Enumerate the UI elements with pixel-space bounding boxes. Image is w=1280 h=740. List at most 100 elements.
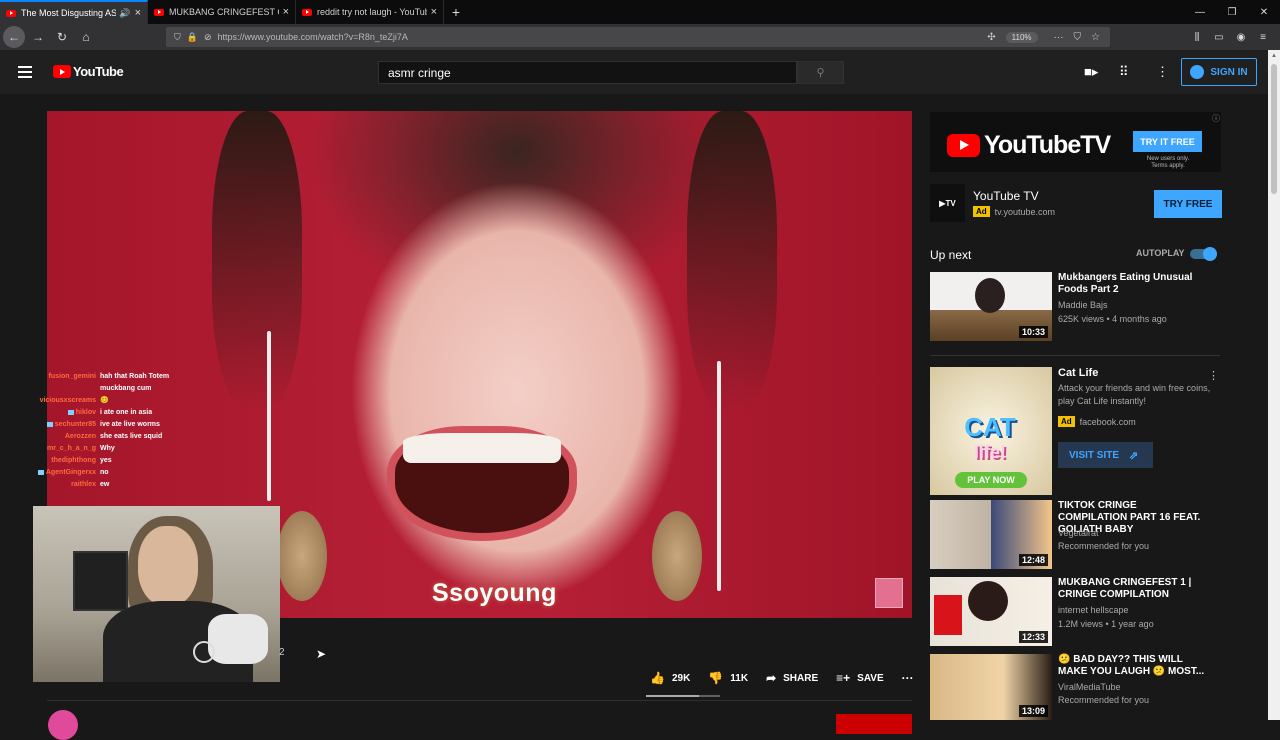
youtube-tv-ad-row[interactable]: ▶ TV YouTube TV Ad tv.youtube.com TRY FR… (930, 184, 1222, 224)
pocket-icon[interactable]: ⛉ (1074, 32, 1082, 43)
video-title[interactable]: 😕 BAD DAY?? THIS WILL MAKE YOU LAUGH 😕 M… (1058, 654, 1208, 678)
ad-title[interactable]: YouTube TV (973, 189, 1039, 203)
video-thumbnail[interactable]: 13:09 (930, 654, 1052, 720)
video-channel[interactable]: Vegetalrat (1058, 528, 1099, 538)
subscribe-button[interactable] (836, 714, 912, 734)
browser-nav-bar: ← → ↻ ⌂ ⛉ 🔒 ⊘ https://www.youtube.com/wa… (0, 24, 1280, 50)
bookmark-star-icon[interactable]: ☆ (1091, 32, 1100, 43)
browser-tab-2[interactable]: MUKBANG CRINGEFEST CRING × (148, 0, 296, 24)
cat-life-ad[interactable]: CAT life! PLAY NOW Cat Life Attack your … (930, 367, 1222, 495)
video-thumbnail[interactable]: 12:33 (930, 577, 1052, 646)
video-channel[interactable]: internet hellscape (1058, 605, 1129, 615)
more-actions-button[interactable]: ··· (902, 671, 921, 685)
up-next-video-3[interactable]: 12:33 MUKBANG CRINGEFEST 1 | CRINGE COMP… (930, 577, 1222, 647)
search-input[interactable]: asmr cringe (378, 61, 797, 84)
sidebar-icon[interactable]: ▭ (1208, 32, 1230, 43)
channel-watermark[interactable] (875, 578, 903, 608)
video-thumbnail[interactable]: 12:48 (930, 500, 1052, 569)
share-arrow-icon: ➦ (766, 671, 777, 685)
chat-message: muckbang cum (30, 383, 210, 395)
more-actions-icon[interactable]: ··· (1054, 32, 1064, 43)
ad-source: Ad facebook.com (1058, 416, 1136, 427)
search-button[interactable]: ⚲ (797, 61, 844, 84)
create-video-icon[interactable]: ■▸ (1084, 64, 1098, 80)
apps-grid-icon[interactable]: ⠿ (1119, 64, 1129, 80)
video-title[interactable]: Mukbangers Eating Unusual Foods Part 2 (1058, 272, 1208, 296)
shield-icon[interactable]: ⛉ (174, 32, 181, 43)
ad-source: Ad tv.youtube.com (973, 206, 1055, 217)
menu-icon[interactable]: ≡ (1252, 32, 1274, 43)
reload-button[interactable]: ↻ (51, 26, 73, 48)
permissions-icon[interactable]: ⊘ (204, 32, 212, 43)
up-next-video-4[interactable]: 13:09 😕 BAD DAY?? THIS WILL MAKE YOU LAU… (930, 654, 1222, 720)
home-button[interactable]: ⌂ (75, 26, 97, 48)
chat-username: fusion_gemini (30, 371, 100, 383)
mouse-cursor-icon: ➤ (316, 647, 327, 661)
ad-menu-icon[interactable]: ⋮ (1208, 369, 1219, 382)
chat-text: 😊 (100, 397, 109, 404)
url-text[interactable]: https://www.youtube.com/watch?v=R8n_teZj… (218, 32, 988, 42)
up-next-video-1[interactable]: 10:33 Mukbangers Eating Unusual Foods Pa… (930, 272, 1222, 342)
chat-message: sechunter85 ive ate live worms (30, 419, 210, 431)
share-button[interactable]: ➦ SHARE (766, 671, 818, 685)
guide-menu-icon[interactable] (18, 66, 32, 81)
video-frame-hair-right (687, 111, 777, 411)
settings-kebab-icon[interactable]: ⋮ (1156, 64, 1169, 80)
autoplay-toggle[interactable] (1190, 247, 1217, 261)
tab-close-icon[interactable]: × (135, 7, 141, 19)
earphone-cord-right (717, 361, 721, 591)
video-meta: 625K views • 4 months ago (1058, 314, 1167, 324)
shirt-logo (193, 641, 215, 663)
video-duration: 12:33 (1018, 631, 1048, 643)
browser-tab-1[interactable]: The Most Disgusting ASMR 🔊 × (0, 0, 148, 24)
youtube-logo[interactable]: YouTube (53, 64, 124, 79)
ad-thumbnail[interactable]: CAT life! PLAY NOW (930, 367, 1052, 495)
dislike-button[interactable]: 👎 11K (708, 671, 748, 685)
lock-icon[interactable]: 🔒 (187, 32, 198, 43)
sign-in-button[interactable]: SIGN IN (1181, 58, 1257, 86)
save-button[interactable]: ≡+ SAVE (836, 671, 884, 685)
try-free-button[interactable]: TRY FREE (1154, 190, 1222, 218)
zoom-indicator[interactable]: 110% (1005, 31, 1038, 43)
new-tab-button[interactable]: + (444, 0, 468, 24)
up-next-video-2[interactable]: 12:48 TIKTOK CRINGE COMPILATION PART 16 … (930, 500, 1222, 570)
ad-thumb-title: CAT (964, 412, 1016, 442)
playlist-add-icon: ≡+ (836, 671, 851, 685)
extension-icon[interactable]: ✣ (987, 32, 995, 43)
browser-tab-3[interactable]: reddit try not laugh - YouTube × (296, 0, 444, 24)
chat-username-text: thediphthong (51, 457, 96, 464)
address-bar[interactable]: ⛉ 🔒 ⊘ https://www.youtube.com/watch?v=R8… (166, 27, 1110, 47)
forward-button[interactable]: → (27, 26, 49, 48)
page-scrollbar[interactable]: ▲ (1268, 50, 1280, 720)
minimize-icon[interactable]: — (1184, 0, 1216, 24)
library-icon[interactable]: ⫼ (1186, 32, 1208, 43)
video-title[interactable]: MUKBANG CRINGEFEST 1 | CRINGE COMPILATIO… (1058, 577, 1208, 601)
video-duration: 13:09 (1018, 705, 1048, 717)
close-window-icon[interactable]: ✕ (1248, 0, 1280, 24)
ad-title[interactable]: Cat Life (1058, 367, 1208, 379)
speaker-icon[interactable]: 🔊 (119, 8, 130, 19)
video-thumbnail[interactable]: 10:33 (930, 272, 1052, 341)
youtube-tv-banner-ad[interactable]: YouTubeTV TRY IT FREE New users only. Te… (930, 112, 1221, 172)
back-button[interactable]: ← (3, 26, 25, 48)
video-channel[interactable]: ViralMediaTube (1058, 682, 1121, 692)
ad-info-icon[interactable]: ⓘ (1212, 113, 1220, 124)
like-button[interactable]: 👍 29K (650, 671, 690, 685)
youtube-favicon-icon (302, 8, 312, 16)
chat-username: sechunter85 (30, 419, 100, 431)
restore-icon[interactable]: ❐ (1216, 0, 1248, 24)
tab-close-icon[interactable]: × (283, 6, 289, 18)
banner-try-it-free-button[interactable]: TRY IT FREE (1133, 131, 1202, 152)
visit-site-button[interactable]: VISIT SITE ⇗ (1058, 442, 1153, 468)
tab-close-icon[interactable]: × (431, 6, 437, 18)
chat-message: viciousxscreams 😊 (30, 395, 210, 407)
like-ratio-bar (646, 695, 720, 697)
scroll-up-icon[interactable]: ▲ (1271, 53, 1277, 59)
scrollbar-thumb[interactable] (1271, 64, 1277, 194)
youtube-tv-logo: YouTubeTV (947, 131, 1111, 160)
account-icon[interactable]: ◉ (1230, 32, 1252, 43)
channel-avatar[interactable] (48, 710, 78, 740)
earphone-cord-left (267, 331, 271, 501)
video-channel[interactable]: Maddie Bajs (1058, 300, 1108, 310)
thumbnail-person (968, 581, 1008, 621)
